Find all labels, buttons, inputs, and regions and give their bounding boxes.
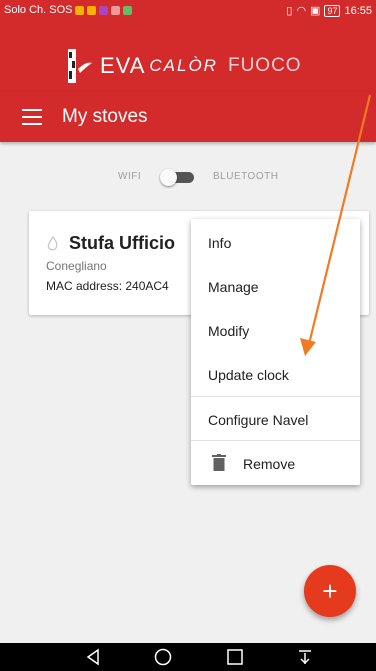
stove-name: Stufa Ufficio xyxy=(69,233,175,253)
menu-item-remove[interactable]: Remove xyxy=(191,441,360,485)
logo-bar: EVA CALÒR FUOCO xyxy=(0,22,376,92)
mail-icon xyxy=(87,5,97,15)
menu-item-configure-navel[interactable]: Configure Navel xyxy=(191,397,360,441)
logo-text-eva: EVA xyxy=(100,53,146,78)
app-icon xyxy=(99,5,109,15)
notification-shade-icon[interactable] xyxy=(296,648,314,666)
brand-logo: EVA CALÒR FUOCO xyxy=(66,46,346,86)
menu-icon[interactable] xyxy=(22,109,42,125)
bluetooth-label: BLUETOOTH xyxy=(213,171,279,182)
flame-icon xyxy=(47,236,58,251)
menu-item-manage[interactable]: Manage xyxy=(191,264,360,308)
app-icon xyxy=(111,5,121,15)
wifi-icon: ◠ xyxy=(296,5,307,17)
stove-context-menu: Info Manage Modify Update clock Configur… xyxy=(191,219,360,485)
connection-switch[interactable] xyxy=(160,169,194,186)
trash-icon xyxy=(212,454,226,471)
logo-text-calor: CALÒR xyxy=(149,56,218,75)
battery-icon: 97 xyxy=(324,4,341,17)
app-bar: My stoves xyxy=(0,92,376,142)
stove-mac-address: MAC address: 240AC4 xyxy=(46,279,169,293)
page-title: My stoves xyxy=(62,106,148,127)
navigation-bar xyxy=(0,643,376,671)
add-stove-button[interactable]: + xyxy=(304,565,356,617)
back-icon[interactable] xyxy=(84,648,102,666)
logo-mark-icon xyxy=(68,49,92,83)
recents-icon[interactable] xyxy=(226,648,244,666)
menu-item-modify[interactable]: Modify xyxy=(191,308,360,352)
status-bar: Solo Ch. SOS ▯ ◠ ▣ 97 16:55 xyxy=(0,0,376,22)
home-icon[interactable] xyxy=(154,648,172,666)
vibrate-icon: ▯ xyxy=(286,5,293,17)
clock-text: 16:55 xyxy=(344,4,372,17)
menu-item-info[interactable]: Info xyxy=(191,220,360,264)
logo-text-fuoco: FUOCO xyxy=(227,55,302,76)
app-icon xyxy=(123,5,133,15)
wifi-label: WIFI xyxy=(118,171,142,182)
google-icon xyxy=(75,5,85,15)
nfc-icon: ▣ xyxy=(310,5,321,17)
menu-item-update-clock[interactable]: Update clock xyxy=(191,352,360,396)
connection-toggle-row: WIFI BLUETOOTH xyxy=(0,168,376,188)
stove-city: Conegliano xyxy=(46,259,107,273)
carrier-text: Solo Ch. SOS xyxy=(4,4,73,16)
